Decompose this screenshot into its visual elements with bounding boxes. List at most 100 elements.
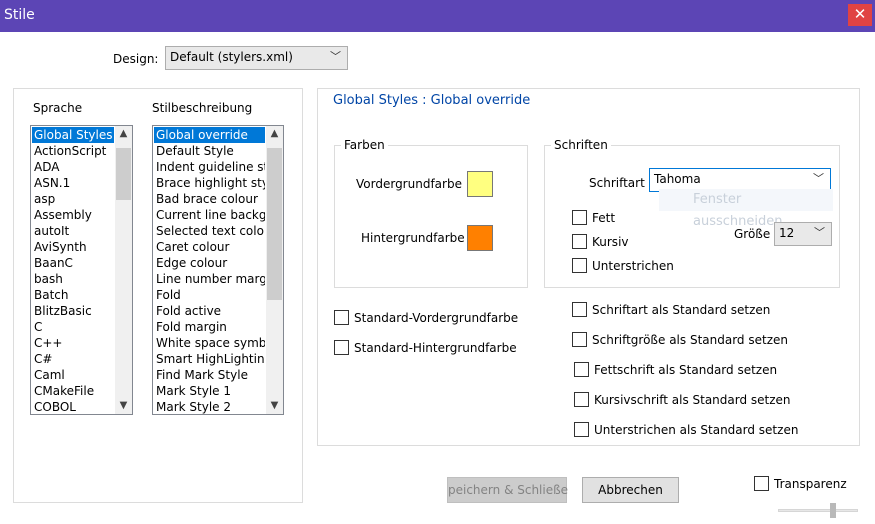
scroll-down-icon[interactable]: ▼ [266, 398, 283, 414]
list-item[interactable]: AviSynth [32, 239, 114, 255]
list-item[interactable]: Fold [154, 287, 265, 303]
underline-checkbox[interactable]: Unterstrichen [572, 258, 674, 273]
design-select[interactable]: Default (stylers.xml) ﹀ [165, 46, 348, 70]
std-bg-label: Standard-Hintergrundfarbe [354, 340, 517, 355]
sprache-listbox[interactable]: Global Styles ActionScript ADA ASN.1 asp Asse… [30, 125, 133, 415]
size-select-value: 12 [779, 226, 795, 240]
underline-label: Unterstrichen [592, 258, 674, 273]
list-item[interactable]: COBOL [32, 399, 114, 414]
scroll-up-icon[interactable]: ▲ [115, 126, 132, 142]
close-button[interactable]: ✕ [848, 4, 872, 26]
list-item[interactable]: Global Styles [32, 127, 114, 143]
underline-std-label: Unterstrichen als Standard setzen [594, 422, 799, 437]
chevron-down-icon: ﹀ [330, 50, 341, 63]
tooltip-ghost: Fenster ausschneiden [659, 189, 833, 229]
list-item[interactable]: White space symbol [154, 335, 265, 351]
list-item[interactable]: ASN.1 [32, 175, 114, 191]
checkbox-box[interactable] [572, 302, 587, 317]
list-item[interactable]: Caret colour [154, 239, 265, 255]
bg-label: Hintergrundfarbe [361, 231, 465, 245]
size-std-label: Schriftgröße als Standard setzen [592, 332, 788, 347]
list-item[interactable]: Line number margin [154, 271, 265, 287]
list-item[interactable]: Mark Style 1 [154, 383, 265, 399]
font-std-checkbox[interactable]: Schriftart als Standard setzen [572, 302, 770, 317]
list-item[interactable]: autoIt [32, 223, 114, 239]
schriften-title: Schriften [551, 138, 611, 152]
list-item[interactable]: BaanC [32, 255, 114, 271]
scroll-down-icon[interactable]: ▼ [115, 398, 132, 414]
scroll-thumb[interactable] [267, 148, 282, 300]
italic-std-label: Kursivschrift als Standard setzen [594, 392, 791, 407]
list-item[interactable]: Batch [32, 287, 114, 303]
list-item[interactable]: Current line background [154, 207, 265, 223]
list-item[interactable]: Assembly [32, 207, 114, 223]
farben-group: Farben [334, 138, 528, 288]
transparency-checkbox[interactable]: Transparenz [754, 476, 847, 491]
font-select-value: Tahoma [654, 172, 701, 186]
list-item[interactable]: BlitzBasic [32, 303, 114, 319]
list-item[interactable]: ActionScript [32, 143, 114, 159]
bold-std-label: Fettschrift als Standard setzen [594, 362, 778, 377]
list-item[interactable]: C++ [32, 335, 114, 351]
checkbox-box[interactable] [754, 476, 769, 491]
italic-std-checkbox[interactable]: Kursivschrift als Standard setzen [574, 392, 791, 407]
font-std-label: Schriftart als Standard setzen [592, 302, 771, 317]
underline-std-checkbox[interactable]: Unterstrichen als Standard setzen [574, 422, 798, 437]
list-item[interactable]: C [32, 319, 114, 335]
scroll-up-icon[interactable]: ▲ [266, 126, 283, 142]
design-label: Design: [113, 52, 159, 66]
checkbox-box[interactable] [572, 258, 587, 273]
list-item[interactable]: Indent guideline style [154, 159, 265, 175]
size-std-checkbox[interactable]: Schriftgröße als Standard setzen [572, 332, 788, 347]
list-item[interactable]: Bad brace colour [154, 191, 265, 207]
list-item[interactable]: Global override [154, 127, 265, 143]
italic-checkbox[interactable]: Kursiv [572, 234, 629, 249]
design-select-value: Default (stylers.xml) [170, 50, 293, 64]
checkbox-box[interactable] [334, 310, 349, 325]
bold-std-checkbox[interactable]: Fettschrift als Standard setzen [574, 362, 777, 377]
list-item[interactable]: Smart HighLighting [154, 351, 265, 367]
bold-checkbox[interactable]: Fett [572, 210, 615, 225]
list-item[interactable]: Selected text colour [154, 223, 265, 239]
window-title: Stile [4, 7, 35, 23]
checkbox-box[interactable] [572, 210, 587, 225]
list-item[interactable]: Edge colour [154, 255, 265, 271]
stil-listbox[interactable]: Global override Default Style Indent guide… [152, 125, 284, 415]
cancel-button[interactable]: Abbrechen [582, 477, 679, 503]
checkbox-box[interactable] [572, 234, 587, 249]
size-label: Größe [734, 227, 771, 241]
stil-scrollbar[interactable]: ▲ ▼ [266, 126, 283, 414]
list-item[interactable]: Default Style [154, 143, 265, 159]
list-item[interactable]: asp [32, 191, 114, 207]
list-item[interactable]: bash [32, 271, 114, 287]
checkbox-box[interactable] [574, 362, 589, 377]
list-item[interactable]: Fold active [154, 303, 265, 319]
transparency-slider[interactable] [778, 503, 858, 519]
checkbox-box[interactable] [334, 340, 349, 355]
checkbox-box[interactable] [574, 392, 589, 407]
list-item[interactable]: ADA [32, 159, 114, 175]
list-item[interactable]: Brace highlight style [154, 175, 265, 191]
fg-label: Vordergrundfarbe [356, 177, 462, 191]
size-select[interactable]: 12 ﹀ [774, 222, 832, 246]
scroll-thumb[interactable] [116, 148, 131, 200]
slider-track [778, 509, 858, 512]
sprache-header: Sprache [33, 101, 83, 115]
sprache-list-items: Global Styles ActionScript ADA ASN.1 asp Asse… [32, 127, 114, 414]
close-icon: ✕ [853, 5, 867, 23]
list-item[interactable]: C# [32, 351, 114, 367]
fg-color-swatch[interactable] [467, 171, 493, 197]
std-bg-checkbox[interactable]: Standard-Hintergrundfarbe [334, 340, 517, 355]
list-item[interactable]: Mark Style 2 [154, 399, 265, 414]
save-close-button[interactable]: peichern & Schließe [447, 477, 568, 503]
list-item[interactable]: CMakeFile [32, 383, 114, 399]
std-fg-checkbox[interactable]: Standard-Vordergrundfarbe [334, 310, 518, 325]
list-item[interactable]: Find Mark Style [154, 367, 265, 383]
checkbox-box[interactable] [574, 422, 589, 437]
slider-thumb[interactable] [830, 503, 836, 518]
list-item[interactable]: Caml [32, 367, 114, 383]
list-item[interactable]: Fold margin [154, 319, 265, 335]
sprache-scrollbar[interactable]: ▲ ▼ [115, 126, 132, 414]
checkbox-box[interactable] [572, 332, 587, 347]
bg-color-swatch[interactable] [467, 225, 493, 251]
